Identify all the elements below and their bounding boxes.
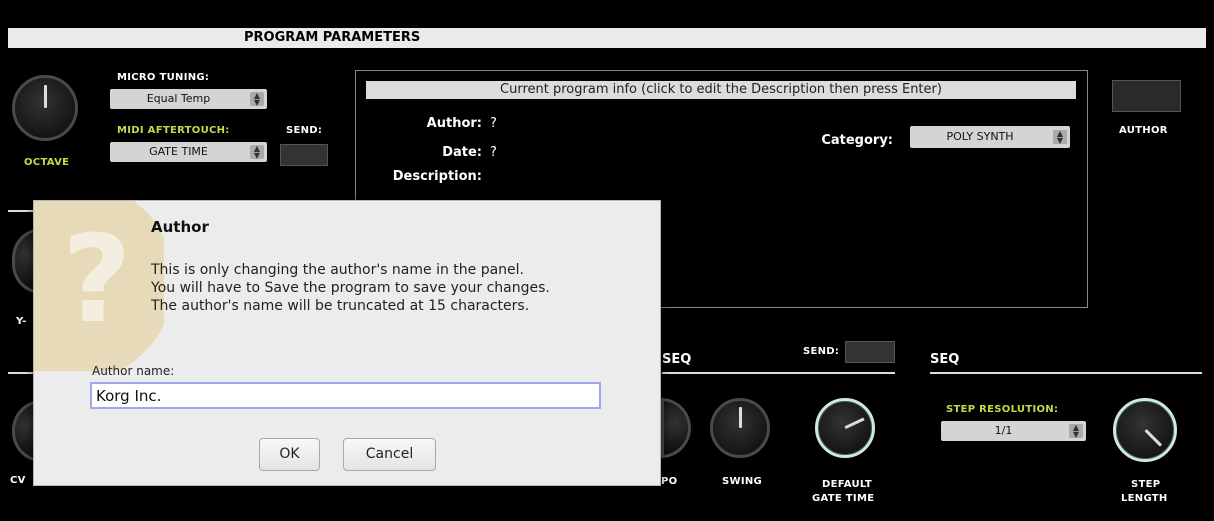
dialog-message: This is only changing the author's name … bbox=[151, 261, 550, 315]
updown-arrows-icon: ▲ ▼ bbox=[1069, 424, 1083, 439]
updown-arrows-icon: ▲ ▼ bbox=[250, 145, 264, 160]
cancel-button[interactable]: Cancel bbox=[343, 438, 436, 471]
tempo-knob[interactable] bbox=[661, 398, 691, 458]
seq2-section-divider bbox=[930, 372, 1202, 374]
question-icon: ? bbox=[34, 201, 164, 371]
dialog-message-line: You will have to Save the program to sav… bbox=[151, 280, 550, 296]
swing-label: SWING bbox=[722, 476, 763, 487]
step-length-label-1: STEP bbox=[1131, 479, 1161, 490]
author-button-label: AUTHOR bbox=[1119, 125, 1168, 136]
author-button[interactable] bbox=[1112, 80, 1181, 112]
seq-section-divider bbox=[662, 372, 895, 374]
send-button[interactable] bbox=[280, 144, 328, 166]
dialog-message-line: The author's name will be truncated at 1… bbox=[151, 298, 530, 314]
seq-send-button[interactable] bbox=[845, 341, 895, 363]
author-label: Author: bbox=[426, 116, 482, 131]
micro-tuning-value: Equal Temp bbox=[146, 92, 211, 105]
category-value: POLY SYNTH bbox=[946, 130, 1014, 143]
octave-knob[interactable] bbox=[12, 75, 78, 141]
header-title: PROGRAM PARAMETERS bbox=[244, 30, 421, 45]
author-name-label: Author name: bbox=[92, 364, 175, 378]
description-label: Description: bbox=[392, 169, 482, 184]
step-resolution-value: 1/1 bbox=[994, 424, 1013, 437]
author-value[interactable]: ? bbox=[490, 116, 497, 131]
program-parameters-header: PROGRAM PARAMETERS bbox=[8, 28, 1206, 48]
dialog-title: Author bbox=[151, 218, 209, 236]
step-resolution-select[interactable]: 1/1 ▲ ▼ bbox=[941, 421, 1086, 441]
default-gate-label-2: GATE TIME bbox=[812, 493, 875, 504]
author-dialog: ? Author This is only changing the autho… bbox=[33, 200, 661, 486]
seq2-section-title: SEQ bbox=[930, 352, 960, 367]
updown-arrows-icon: ▲ ▼ bbox=[1053, 130, 1067, 145]
dialog-message-line: This is only changing the author's name … bbox=[151, 262, 525, 278]
step-resolution-label: STEP RESOLUTION: bbox=[946, 404, 1059, 415]
y-label: Y- bbox=[16, 316, 27, 327]
category-select[interactable]: POLY SYNTH ▲ ▼ bbox=[910, 126, 1070, 148]
author-name-input[interactable] bbox=[90, 382, 601, 409]
send-label: SEND: bbox=[286, 125, 323, 136]
program-info-title: Current program info (click to edit the … bbox=[366, 81, 1076, 99]
default-gate-time-knob[interactable] bbox=[815, 398, 875, 458]
updown-arrows-icon: ▲ ▼ bbox=[250, 92, 264, 107]
date-value[interactable]: ? bbox=[490, 145, 497, 160]
default-gate-label-1: DEFAULT bbox=[822, 479, 873, 490]
seq-section-title: SEQ bbox=[662, 352, 692, 367]
midi-aftertouch-value: GATE TIME bbox=[149, 145, 208, 158]
swing-knob[interactable] bbox=[710, 398, 770, 458]
octave-label: OCTAVE bbox=[24, 157, 70, 168]
step-length-knob[interactable] bbox=[1113, 398, 1177, 462]
category-label: Category: bbox=[821, 133, 893, 148]
seq-send-label: SEND: bbox=[803, 346, 840, 357]
date-label: Date: bbox=[442, 145, 482, 160]
micro-tuning-select[interactable]: Equal Temp ▲ ▼ bbox=[110, 89, 267, 109]
tempo-label: PO bbox=[661, 476, 678, 487]
cv-label: CV bbox=[10, 475, 26, 486]
step-length-label-2: LENGTH bbox=[1121, 493, 1168, 504]
midi-aftertouch-label: MIDI AFTERTOUCH: bbox=[117, 125, 230, 136]
micro-tuning-label: MICRO TUNING: bbox=[117, 72, 210, 83]
midi-aftertouch-select[interactable]: GATE TIME ▲ ▼ bbox=[110, 142, 267, 162]
ok-button[interactable]: OK bbox=[259, 438, 320, 471]
